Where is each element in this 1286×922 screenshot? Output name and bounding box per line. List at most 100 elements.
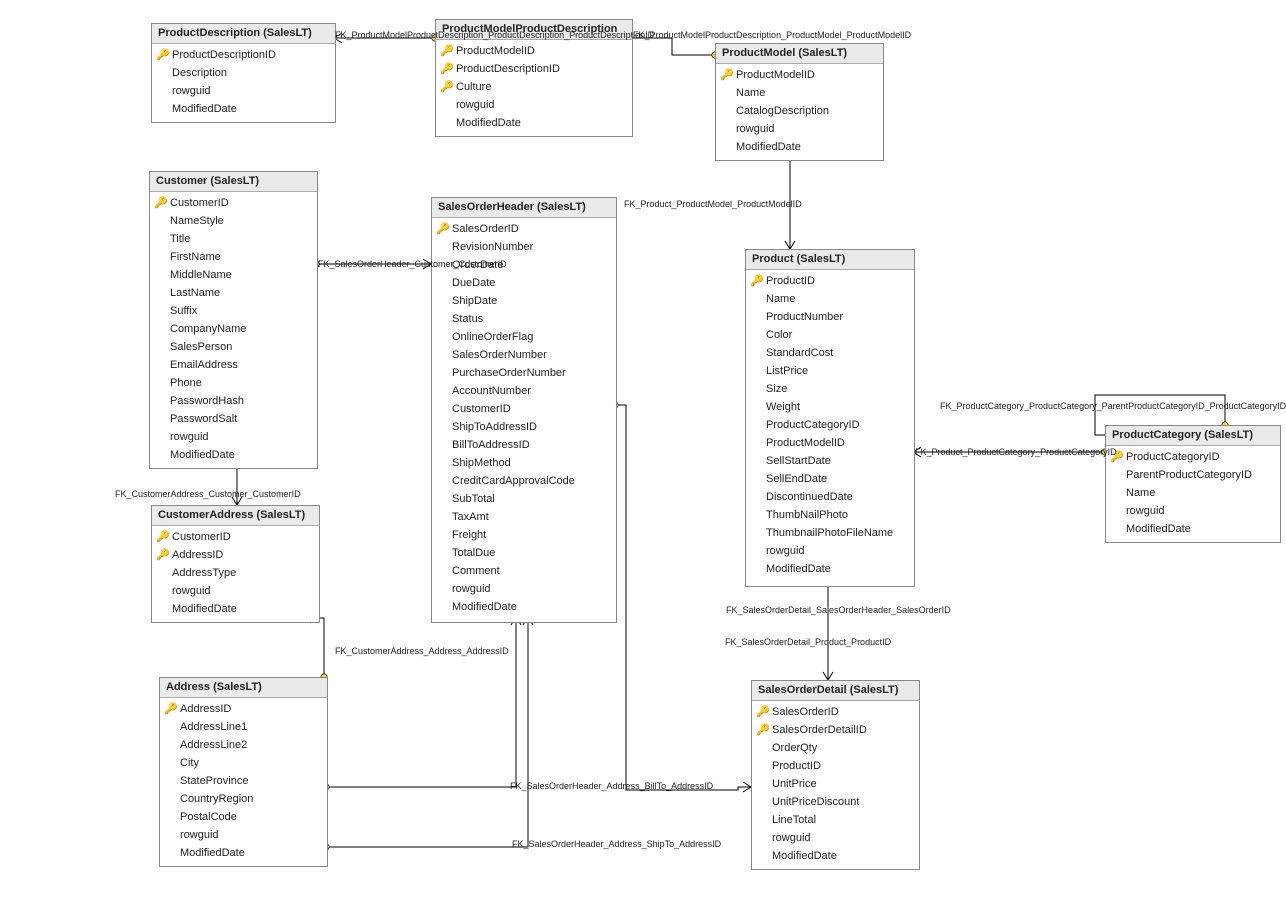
table-column-row[interactable]: rowguid	[716, 120, 883, 138]
table-column-row[interactable]: AccountNumber	[432, 382, 616, 400]
table-column-row[interactable]: rowguid	[150, 428, 317, 446]
table-column-row[interactable]: ModifiedDate	[716, 138, 883, 156]
table-Customer[interactable]: Customer (SalesLT)🔑CustomerIDNameStyleTi…	[149, 171, 318, 469]
table-header[interactable]: ProductDescription (SalesLT)	[152, 24, 335, 44]
table-header[interactable]: ProductModel (SalesLT)	[716, 44, 883, 64]
table-Address[interactable]: Address (SalesLT) 🔑AddressIDAddressLine1A…	[159, 677, 328, 867]
table-column-row[interactable]: AddressLine1	[160, 718, 327, 736]
relationship-line[interactable]	[326, 617, 516, 787]
table-ProductCategory[interactable]: ProductCategory (SalesLT) 🔑ProductCategor…	[1105, 425, 1281, 543]
table-column-row[interactable]: Freight	[432, 526, 616, 544]
table-column-row[interactable]: 🔑ProductDescriptionID	[436, 60, 632, 78]
table-column-row[interactable]: ProductModelID	[746, 434, 914, 452]
table-column-row[interactable]: TotalDue	[432, 544, 616, 562]
table-column-row[interactable]: Name	[746, 290, 914, 308]
table-column-row[interactable]: Phone	[150, 374, 317, 392]
table-column-row[interactable]: ProductNumber	[746, 308, 914, 326]
table-column-row[interactable]: ModifiedDate	[432, 598, 616, 616]
table-column-row[interactable]: AddressType	[152, 564, 319, 582]
table-column-row[interactable]: DiscontinuedDate	[746, 488, 914, 506]
table-column-row[interactable]: TaxAmt	[432, 508, 616, 526]
table-header[interactable]: SalesOrderDetail (SalesLT)	[752, 681, 919, 701]
table-CustomerAddress[interactable]: CustomerAddress (SalesLT) 🔑CustomerID🔑Add…	[151, 505, 320, 623]
table-column-row[interactable]: Status	[432, 310, 616, 328]
table-column-row[interactable]: Size	[746, 380, 914, 398]
table-column-row[interactable]: PasswordSalt	[150, 410, 317, 428]
table-column-row[interactable]: StandardCost	[746, 344, 914, 362]
table-column-row[interactable]: OnlineOrderFlag	[432, 328, 616, 346]
table-column-row[interactable]: NameStyle	[150, 212, 317, 230]
table-header[interactable]: ProductCategory (SalesLT)	[1106, 426, 1280, 446]
table-column-row[interactable]: OrderQty	[752, 739, 919, 757]
table-column-row[interactable]: PostalCode	[160, 808, 327, 826]
relationship-line[interactable]	[615, 405, 751, 790]
table-ProductDescription[interactable]: ProductDescription (SalesLT)🔑ProductDesc…	[151, 23, 336, 123]
table-column-row[interactable]: rowguid	[746, 542, 914, 560]
table-column-row[interactable]: SellEndDate	[746, 470, 914, 488]
table-column-row[interactable]: FirstName	[150, 248, 317, 266]
table-column-row[interactable]: CompanyName	[150, 320, 317, 338]
table-column-row[interactable]: PurchaseOrderNumber	[432, 364, 616, 382]
table-column-row[interactable]: 🔑CustomerID	[150, 194, 317, 212]
table-column-row[interactable]: Name	[716, 84, 883, 102]
table-column-row[interactable]: 🔑ProductCategoryID	[1106, 448, 1280, 466]
table-column-row[interactable]: Comment	[432, 562, 616, 580]
table-header[interactable]: SalesOrderHeader (SalesLT)	[432, 198, 616, 218]
table-column-row[interactable]: DueDate	[432, 274, 616, 292]
table-column-row[interactable]: rowguid	[432, 580, 616, 598]
table-column-row[interactable]: ModifiedDate	[1106, 520, 1280, 538]
table-column-row[interactable]: Description	[152, 64, 335, 82]
table-column-row[interactable]: ProductCategoryID	[746, 416, 914, 434]
table-column-row[interactable]: ModifiedDate	[746, 560, 914, 578]
table-column-row[interactable]: MiddleName	[150, 266, 317, 284]
table-column-row[interactable]: rowguid	[152, 582, 319, 600]
table-column-row[interactable]: 🔑AddressID	[160, 700, 327, 718]
table-column-row[interactable]: ListPrice	[746, 362, 914, 380]
table-column-row[interactable]: CatalogDescription	[716, 102, 883, 120]
table-column-row[interactable]: ShipMethod	[432, 454, 616, 472]
table-column-row[interactable]: ThumbnailPhotoFileName	[746, 524, 914, 542]
table-column-row[interactable]: SubTotal	[432, 490, 616, 508]
table-ProductModel[interactable]: ProductModel (SalesLT)🔑ProductModelIDNam…	[715, 43, 884, 161]
table-SalesOrderDetail[interactable]: SalesOrderDetail (SalesLT)🔑SalesOrderID🔑…	[751, 680, 920, 870]
table-column-row[interactable]: ShipToAddressID	[432, 418, 616, 436]
table-column-row[interactable]: SellStartDate	[746, 452, 914, 470]
table-column-row[interactable]: BillToAddressID	[432, 436, 616, 454]
table-column-row[interactable]: ThumbNailPhoto	[746, 506, 914, 524]
table-column-row[interactable]: ModifiedDate	[152, 100, 335, 118]
table-column-row[interactable]: ModifiedDate	[150, 446, 317, 464]
table-column-row[interactable]: CustomerID	[432, 400, 616, 418]
table-column-row[interactable]: ModifiedDate	[152, 600, 319, 618]
table-column-row[interactable]: ModifiedDate	[436, 114, 632, 132]
table-column-row[interactable]: Name	[1106, 484, 1280, 502]
table-column-row[interactable]: 🔑SalesOrderDetailID	[752, 721, 919, 739]
table-header[interactable]: Address (SalesLT)	[160, 678, 327, 698]
table-column-row[interactable]: ModifiedDate	[160, 844, 327, 862]
table-column-row[interactable]: Title	[150, 230, 317, 248]
table-column-row[interactable]: 🔑CustomerID	[152, 528, 319, 546]
table-column-row[interactable]: AddressLine2	[160, 736, 327, 754]
table-column-row[interactable]: City	[160, 754, 327, 772]
table-column-row[interactable]: 🔑SalesOrderID	[432, 220, 616, 238]
table-column-row[interactable]: PasswordHash	[150, 392, 317, 410]
table-column-row[interactable]: 🔑Culture	[436, 78, 632, 96]
table-column-row[interactable]: 🔑ProductModelID	[436, 42, 632, 60]
table-column-row[interactable]: LastName	[150, 284, 317, 302]
relationship-line[interactable]	[318, 618, 324, 677]
table-column-row[interactable]: rowguid	[160, 826, 327, 844]
table-column-row[interactable]: rowguid	[152, 82, 335, 100]
table-header[interactable]: CustomerAddress (SalesLT)	[152, 506, 319, 526]
table-column-row[interactable]: RevisionNumber	[432, 238, 616, 256]
table-column-row[interactable]: ModifiedDate	[752, 847, 919, 865]
table-column-row[interactable]: Color	[746, 326, 914, 344]
table-column-row[interactable]: CreditCardApprovalCode	[432, 472, 616, 490]
table-Product[interactable]: Product (SalesLT)🔑ProductIDNameProductNu…	[745, 249, 915, 587]
table-column-row[interactable]: UnitPrice	[752, 775, 919, 793]
table-column-row[interactable]: rowguid	[1106, 502, 1280, 520]
table-column-row[interactable]: 🔑ProductID	[746, 272, 914, 290]
table-column-row[interactable]: Suffix	[150, 302, 317, 320]
table-column-row[interactable]: LineTotal	[752, 811, 919, 829]
table-column-row[interactable]: CountryRegion	[160, 790, 327, 808]
table-column-row[interactable]: ParentProductCategoryID	[1106, 466, 1280, 484]
table-column-row[interactable]: 🔑AddressID	[152, 546, 319, 564]
